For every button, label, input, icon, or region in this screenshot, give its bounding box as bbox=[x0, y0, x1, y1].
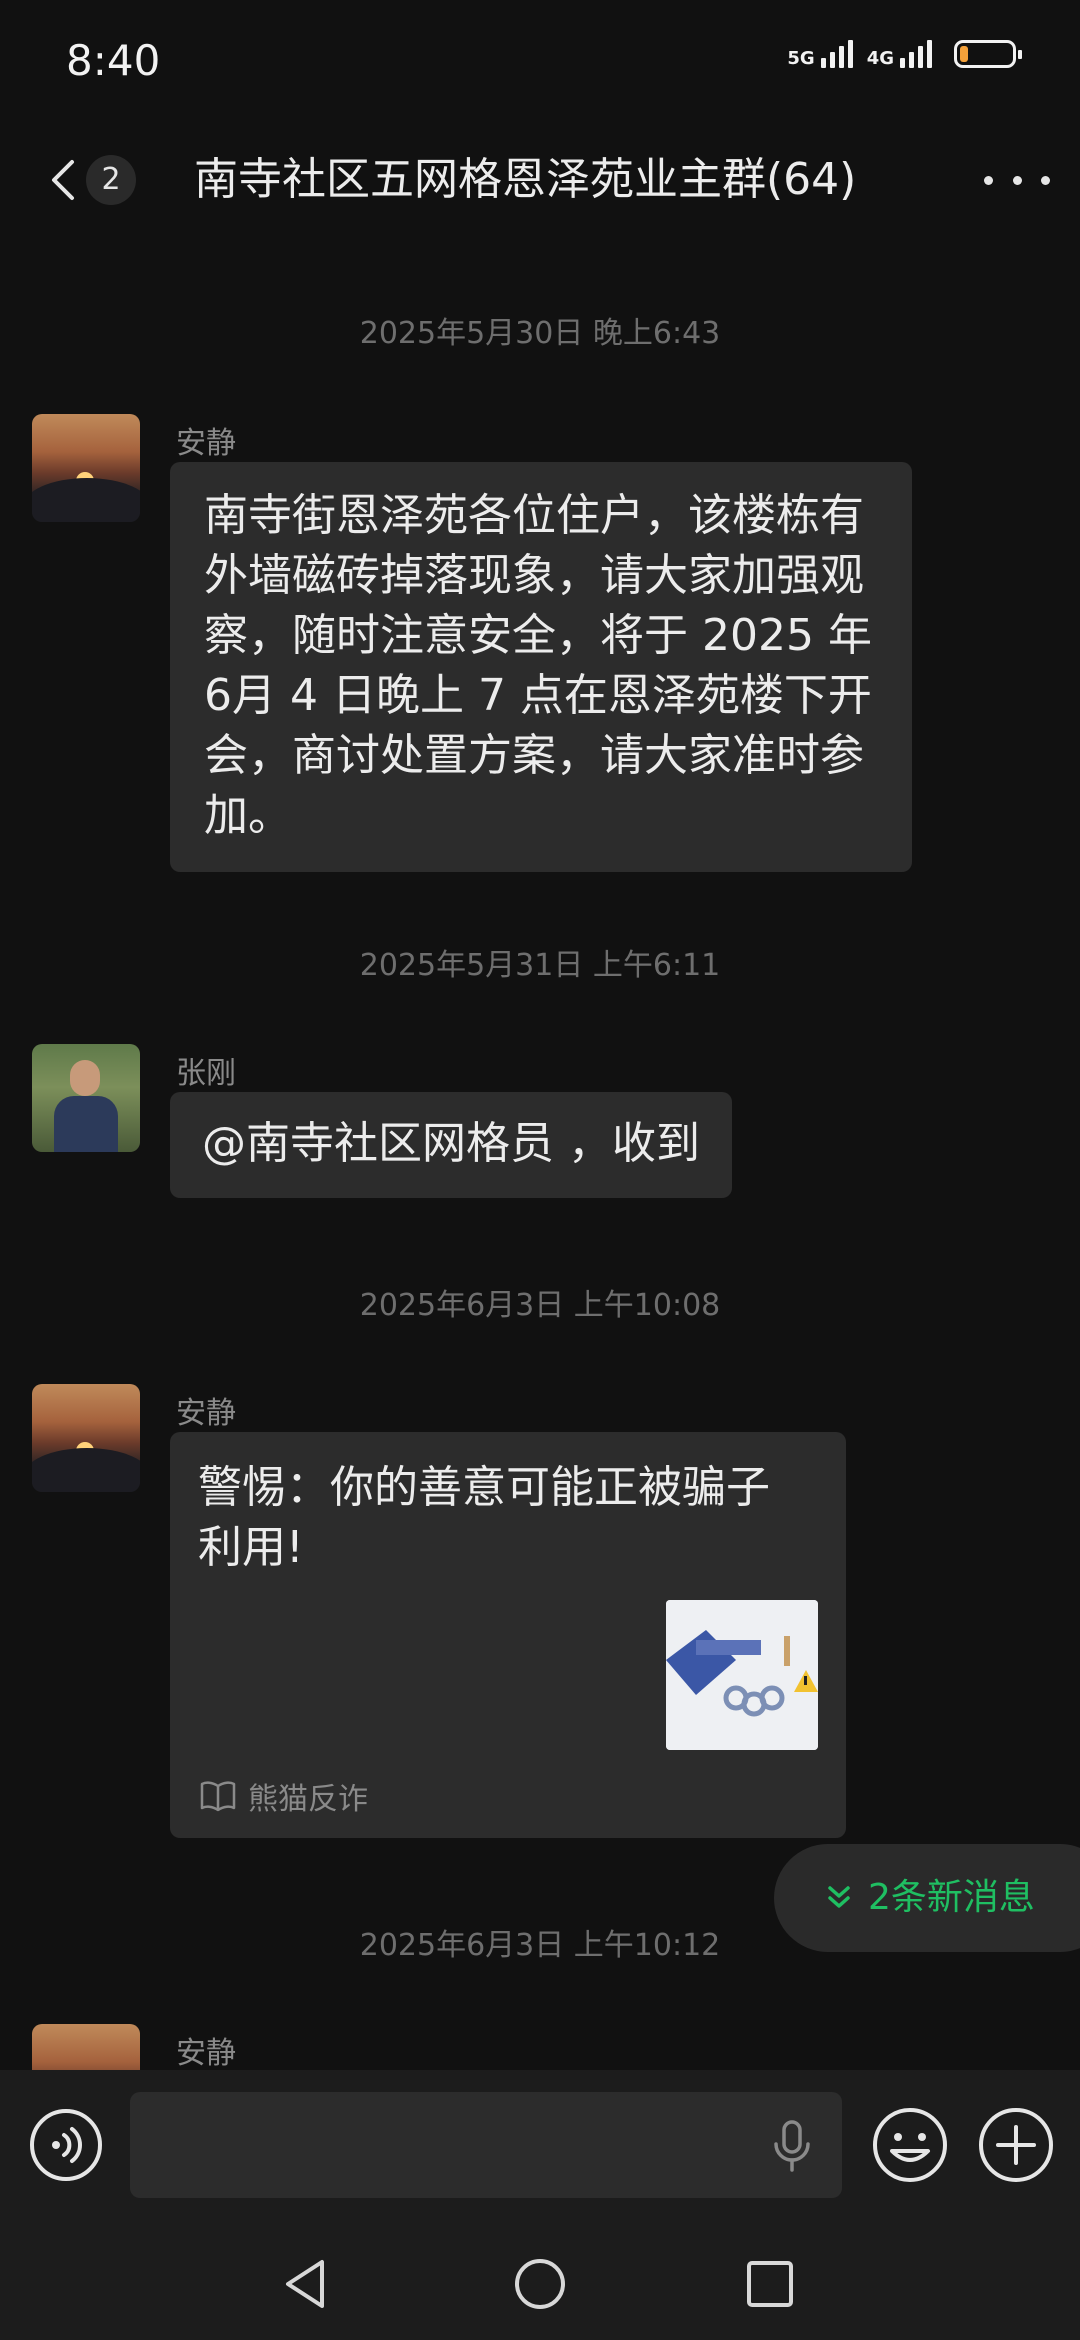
signal-5g-icon: 5G bbox=[787, 40, 853, 68]
mic-button[interactable] bbox=[770, 2118, 814, 2174]
message-bubble[interactable]: @南寺社区网格员 ，收到 bbox=[170, 1092, 732, 1198]
unread-count-badge[interactable]: 2 bbox=[86, 155, 136, 205]
sender-name: 张刚 bbox=[176, 1056, 236, 1091]
message-timestamp: 2025年5月31日 上午6:11 bbox=[359, 948, 721, 983]
chat-screen: 8:40 5G 4G 2 南寺社区五网格恩泽苑业主群(64) 2025年5月30… bbox=[0, 0, 1080, 2340]
chat-title[interactable]: 南寺社区五网格恩泽苑业主群(64) bbox=[194, 150, 856, 210]
input-bar bbox=[0, 2070, 1080, 2220]
status-bar: 8:40 5G 4G bbox=[0, 0, 1080, 120]
sender-name: 安静 bbox=[176, 426, 236, 461]
card-source: 熊猫反诈 bbox=[200, 1774, 368, 1818]
signal-4g-icon: 4G bbox=[867, 40, 932, 68]
message-input[interactable] bbox=[130, 2092, 842, 2198]
system-nav-bar bbox=[0, 2220, 1080, 2340]
emoji-button[interactable] bbox=[870, 2105, 950, 2185]
status-icons: 5G 4G bbox=[787, 40, 1022, 68]
message-text: 南寺街恩泽苑各位住户，该楼栋有外墙磁砖掉落现象，请大家加强观察，随时注意安全，将… bbox=[204, 490, 872, 841]
chat-header: 2 南寺社区五网格恩泽苑业主群(64) bbox=[0, 130, 1080, 230]
sender-name: 安静 bbox=[176, 2036, 236, 2071]
card-source-label: 熊猫反诈 bbox=[248, 1782, 368, 1817]
nav-recent-icon bbox=[747, 2261, 793, 2307]
nav-back-icon bbox=[286, 2260, 324, 2308]
more-dots-icon bbox=[984, 175, 993, 185]
avatar[interactable] bbox=[32, 414, 140, 522]
plus-icon bbox=[979, 2108, 1053, 2182]
status-time: 8:40 bbox=[66, 36, 161, 85]
emoji-icon bbox=[873, 2108, 947, 2182]
voice-icon bbox=[30, 2109, 102, 2181]
nav-back-button[interactable] bbox=[278, 2254, 338, 2314]
nav-home-icon bbox=[515, 2259, 565, 2309]
link-card[interactable]: 警惕：你的善意可能正被骗子利用! 熊猫反诈 bbox=[170, 1432, 846, 1838]
battery-icon bbox=[954, 40, 1022, 68]
more-button[interactable] bbox=[984, 152, 1050, 208]
double-chevron-down-icon bbox=[828, 1886, 850, 1908]
book-icon bbox=[200, 1781, 236, 1812]
avatar[interactable] bbox=[32, 1384, 140, 1492]
nav-recent-button[interactable] bbox=[740, 2254, 800, 2314]
message-text: @南寺社区网格员 ，收到 bbox=[202, 1118, 700, 1169]
message-bubble[interactable]: 南寺街恩泽苑各位住户，该楼栋有外墙磁砖掉落现象，请大家加强观察，随时注意安全，将… bbox=[170, 462, 912, 872]
avatar[interactable] bbox=[32, 1044, 140, 1152]
new-messages-label: 2条新消息 bbox=[868, 1877, 1035, 1918]
mic-icon bbox=[774, 2120, 810, 2172]
sender-name: 安静 bbox=[176, 1396, 236, 1431]
card-thumbnail bbox=[666, 1600, 818, 1750]
message-timestamp: 2025年5月30日 晚上6:43 bbox=[359, 316, 721, 351]
voice-button[interactable] bbox=[28, 2107, 104, 2183]
nav-home-button[interactable] bbox=[510, 2254, 570, 2314]
message-timestamp: 2025年6月3日 上午10:08 bbox=[359, 1288, 721, 1323]
battery-level bbox=[960, 46, 968, 62]
card-title: 警惕：你的善意可能正被骗子利用! bbox=[198, 1462, 770, 1573]
plus-button[interactable] bbox=[976, 2105, 1056, 2185]
new-messages-button[interactable]: 2条新消息 bbox=[774, 1844, 1080, 1952]
